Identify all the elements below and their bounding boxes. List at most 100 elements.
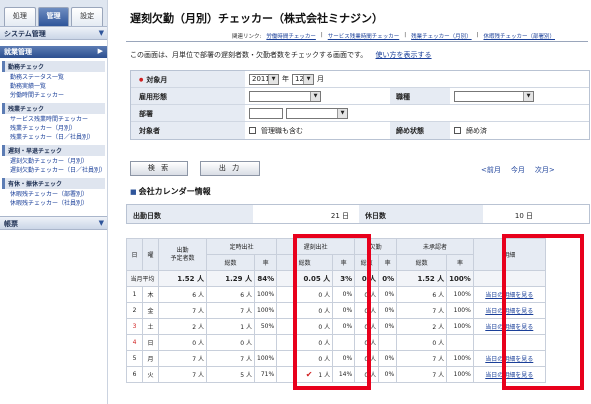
output-button[interactable]: 出 力 xyxy=(200,161,260,176)
form-row-month: 対象月 2011 年 12 月 xyxy=(131,71,589,88)
cell-absent-rate: 0% xyxy=(378,286,398,303)
average-label: 当月平均 xyxy=(126,270,159,287)
position-select[interactable] xyxy=(454,90,534,102)
year-select[interactable]: 2011 xyxy=(249,73,279,85)
cell-regular-total: 7 人 xyxy=(206,350,255,367)
form-row-employment: 雇用形態 職種 xyxy=(131,88,589,105)
sidebar-link-leave-employee[interactable]: 休暇残チェッカー（社員別） xyxy=(0,199,107,208)
sidebar-link-late-monthly[interactable]: 遅刻欠勤チェッカー（月別） xyxy=(0,157,107,166)
related-link-labor-time[interactable]: 労働時間チェッカー xyxy=(266,32,316,40)
cell-absent-rate: 0% xyxy=(378,350,398,367)
work-management-head[interactable]: 就業管理 ▶ xyxy=(0,46,107,58)
cell-unap-total: 7 人 xyxy=(396,366,448,383)
cell-regular-total: 0 人 xyxy=(206,334,255,351)
col-weekday: 曜 xyxy=(142,238,159,271)
dept-label: 部署 xyxy=(131,105,245,121)
cell-unap-total: 0 人 xyxy=(396,334,448,351)
sidebar-link-work-status[interactable]: 勤務ステータス一覧 xyxy=(0,73,107,82)
col-regular-rate: 率 xyxy=(253,254,278,271)
howto-link[interactable]: 使い方を表示する xyxy=(376,51,432,59)
dept-select[interactable] xyxy=(286,107,348,119)
dept-code-input[interactable] xyxy=(249,107,283,119)
related-link-service-overtime[interactable]: サービス残業時間チェッカー xyxy=(328,32,400,40)
closing-label: 締め状態 xyxy=(390,122,450,139)
chevron-down-icon: ▼ xyxy=(98,29,104,37)
month-navigation: <前月 今月 次月> xyxy=(481,165,555,175)
col-unap-total: 総数 xyxy=(396,254,448,271)
sidebar-link-service-overtime[interactable]: サービス残業時間チェッカー xyxy=(0,115,107,124)
sidebar-link-overtime-daily[interactable]: 残業チェッカー（日／社員別） xyxy=(0,133,107,142)
average-regular-rate: 84% xyxy=(253,270,278,287)
month-label: 対象月 xyxy=(131,71,245,87)
detail-column-highlight xyxy=(502,234,584,390)
tab-management[interactable]: 管理 xyxy=(37,7,70,26)
cell-absent-rate: 0% xyxy=(378,302,398,319)
next-month-link[interactable]: 次月> xyxy=(535,165,555,175)
form-row-dept: 部署 xyxy=(131,105,589,122)
cell-regular-total: 5 人 xyxy=(206,366,255,383)
top-nav-tabs: 処理 管理 設定 xyxy=(0,0,107,26)
cell-regular-total: 6 人 xyxy=(206,286,255,303)
cell-day: 3 xyxy=(126,318,143,335)
cell-regular-total: 7 人 xyxy=(206,302,255,319)
sidebar-link-overtime-monthly[interactable]: 残業チェッカー（月別） xyxy=(0,124,107,133)
cell-day: 6 xyxy=(126,366,143,383)
cell-regular-rate: 71% xyxy=(253,366,278,383)
cell-scheduled: 7 人 xyxy=(158,350,207,367)
col-regular-total: 総数 xyxy=(206,254,255,271)
title-divider xyxy=(126,41,588,42)
cell-regular-rate: 100% xyxy=(253,286,278,303)
cell-unap-rate: 100% xyxy=(446,350,474,367)
cell-weekday: 日 xyxy=(142,334,159,351)
sidebar-link-leave-dept[interactable]: 休暇残チェッカー（部署別） xyxy=(0,190,107,199)
sidebar-link-labor-time[interactable]: 労働時間チェッカー xyxy=(0,91,107,100)
manager-checkbox-label: 管理職も含む xyxy=(261,126,303,135)
search-button[interactable]: 検 索 xyxy=(130,161,188,176)
target-label: 対象者 xyxy=(131,122,245,139)
tab-settings[interactable]: 設定 xyxy=(71,7,104,26)
form-row-target: 対象者 管理職も含む 締め状態 締め済 xyxy=(131,122,589,139)
cell-scheduled: 2 人 xyxy=(158,318,207,335)
holidays-value: 10 日 xyxy=(514,212,533,220)
manager-checkbox[interactable] xyxy=(249,127,256,134)
prev-month-link[interactable]: <前月 xyxy=(481,165,501,175)
calendar-info: 出勤日数 21 日 休日数 10 日 xyxy=(126,204,590,224)
current-month-link[interactable]: 今月 xyxy=(511,165,525,175)
employment-select[interactable] xyxy=(249,90,321,102)
ledger-head[interactable]: 帳票 ▼ xyxy=(0,216,107,230)
work-days-label: 出勤日数 xyxy=(127,205,253,223)
cell-regular-rate: 100% xyxy=(253,350,278,367)
intro-text: この画面は、月単位で部署の遅刻者数・欠勤者数をチェックする画面です。 使い方を表… xyxy=(130,50,432,60)
ledger-label: 帳票 xyxy=(4,220,18,228)
related-label: 関連リンク: xyxy=(232,34,262,40)
related-link-overtime-monthly[interactable]: 残業チェッカー（月別） xyxy=(411,32,472,40)
year-unit: 年 xyxy=(282,75,289,83)
sidebar-link-work-results[interactable]: 勤務実績一覧 xyxy=(0,82,107,91)
holidays-label: 休日数 xyxy=(359,205,483,223)
cell-weekday: 土 xyxy=(142,318,159,335)
col-scheduled: 出勤 予定者数 xyxy=(158,238,207,271)
work-days-value: 21 日 xyxy=(330,212,349,220)
sidebar: 処理 管理 設定 システム管理 ▼ 就業管理 ▶ 勤務チェック 勤務ステータス一… xyxy=(0,0,108,404)
cell-unap-rate xyxy=(446,334,474,351)
employment-label: 雇用形態 xyxy=(131,88,245,104)
closed-checkbox[interactable] xyxy=(454,127,461,134)
col-regular: 定時出社 xyxy=(205,238,278,255)
sidebar-link-late-daily[interactable]: 遅刻欠勤チェッカー（日／社員別） xyxy=(0,166,107,175)
cell-absent-rate: 0% xyxy=(378,318,398,335)
main-content: 遅刻欠勤（月別）チェッカー（株式会社ミナジン） 関連リンク: 労働時間チェッカー… xyxy=(112,0,591,404)
cell-day: 5 xyxy=(126,350,143,367)
cell-scheduled: 7 人 xyxy=(158,366,207,383)
group-work-check: 勤務チェック xyxy=(2,61,105,72)
work-management-label: 就業管理 xyxy=(4,48,32,56)
month-select[interactable]: 12 xyxy=(292,73,314,85)
cell-day: 2 xyxy=(126,302,143,319)
related-link-leave-dept[interactable]: 休暇残チェッカー（部署別） xyxy=(483,32,555,40)
cell-scheduled: 6 人 xyxy=(158,286,207,303)
closed-checkbox-label: 締め済 xyxy=(466,126,487,135)
system-management-head[interactable]: システム管理 ▼ xyxy=(0,26,107,40)
average-absent-rate: 0% xyxy=(378,270,398,287)
tab-processing[interactable]: 処理 xyxy=(4,7,36,26)
position-label: 職種 xyxy=(390,88,450,104)
average-regular-total: 1.29 人 xyxy=(206,270,255,287)
